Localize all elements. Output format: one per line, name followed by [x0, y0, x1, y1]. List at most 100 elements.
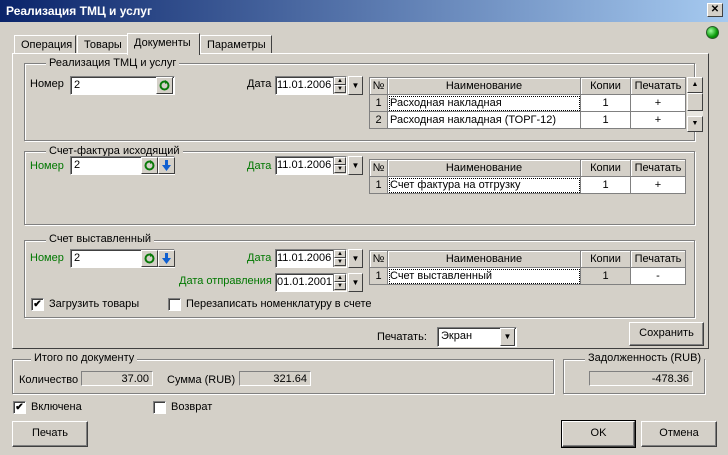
- included-label[interactable]: Включена: [31, 401, 82, 413]
- sales-date-label: Дата: [247, 78, 272, 90]
- grid-header-number[interactable]: №: [369, 250, 388, 268]
- bill-date-spinner[interactable]: ▲ ▼: [333, 250, 346, 267]
- grid-header-name[interactable]: Наименование: [387, 250, 581, 268]
- ok-button[interactable]: OK: [561, 420, 636, 448]
- sales-number-label: Номер: [30, 78, 64, 90]
- table-row[interactable]: 1 Счет фактура на отгрузку 1 +: [369, 176, 686, 194]
- close-icon: ✕: [710, 4, 720, 15]
- bill-number-link-button[interactable]: [158, 250, 175, 267]
- spin-up-icon[interactable]: ▲: [334, 250, 346, 258]
- sales-date-spinner[interactable]: ▲ ▼: [333, 77, 346, 94]
- tab-operation[interactable]: Операция: [14, 35, 76, 54]
- row-name[interactable]: Расходная накладная: [387, 94, 581, 112]
- spin-up-icon[interactable]: ▲: [334, 157, 346, 165]
- table-row[interactable]: 1 Расходная накладная 1 +: [369, 94, 686, 112]
- tab-goods[interactable]: Товары: [77, 35, 128, 54]
- table-row[interactable]: 1 Счет выставленный 1 -: [369, 267, 686, 285]
- row-name[interactable]: Счет фактура на отгрузку: [387, 176, 581, 194]
- spin-up-icon[interactable]: ▲: [334, 77, 346, 85]
- tab-label: Операция: [21, 39, 73, 51]
- invoice-docs-grid[interactable]: № Наименование Копии Печатать 1 Счет фак…: [369, 159, 686, 194]
- invoice-date-label: Дата: [247, 160, 272, 172]
- grid-header-print[interactable]: Печатать: [630, 77, 686, 95]
- sales-grid-scrollbar[interactable]: ▲ ▼: [687, 77, 703, 132]
- rewrite-nomenclature-label[interactable]: Перезаписать номенклатуру в счете: [186, 298, 372, 310]
- row-copies[interactable]: 1: [580, 94, 631, 112]
- row-copies[interactable]: 1: [580, 267, 631, 285]
- cancel-button[interactable]: Отмена: [641, 421, 717, 447]
- included-checkbox[interactable]: ✔: [13, 401, 26, 414]
- row-name[interactable]: Расходная накладная (ТОРГ-12): [387, 111, 581, 129]
- tab-documents[interactable]: Документы: [127, 33, 200, 55]
- row-number: 2: [369, 111, 388, 129]
- row-print[interactable]: +: [630, 94, 686, 112]
- bill-send-date-dropdown-button[interactable]: ▼: [348, 273, 363, 292]
- bill-docs-grid[interactable]: № Наименование Копии Печатать 1 Счет выс…: [369, 250, 686, 285]
- documents-tab-panel: Реализация ТМЦ и услуг Номер 2 Дата 11.0…: [12, 53, 709, 349]
- load-goods-checkbox[interactable]: ✔: [31, 298, 44, 311]
- grid-header-copies[interactable]: Копии: [580, 77, 631, 95]
- print-target-dropdown-button[interactable]: ▼: [500, 328, 515, 346]
- invoice-date-dropdown-button[interactable]: ▼: [348, 156, 363, 175]
- row-number: 1: [369, 176, 388, 194]
- row-print[interactable]: +: [630, 111, 686, 129]
- row-copies[interactable]: 1: [580, 176, 631, 194]
- sales-date-dropdown-button[interactable]: ▼: [348, 76, 363, 95]
- tab-label: Параметры: [207, 39, 266, 51]
- bill-number-refresh-button[interactable]: [141, 250, 158, 267]
- sum-value: 321.64: [239, 371, 311, 386]
- spin-down-icon[interactable]: ▼: [334, 258, 346, 266]
- bill-send-date-label: Дата отправления: [179, 275, 272, 287]
- grid-header-name[interactable]: Наименование: [387, 77, 581, 95]
- invoice-number-link-button[interactable]: [158, 157, 175, 174]
- table-row[interactable]: 2 Расходная накладная (ТОРГ-12) 1 +: [369, 111, 686, 129]
- scroll-down-icon[interactable]: ▼: [687, 116, 703, 132]
- tab-label: Товары: [84, 39, 122, 51]
- row-print[interactable]: +: [630, 176, 686, 194]
- row-number: 1: [369, 267, 388, 285]
- close-button[interactable]: ✕: [707, 3, 723, 17]
- row-name[interactable]: Счет выставленный: [387, 267, 581, 285]
- load-goods-label[interactable]: Загрузить товары: [49, 298, 139, 310]
- invoice-date-spinner[interactable]: ▲ ▼: [333, 157, 346, 174]
- refresh-icon: [144, 160, 155, 171]
- grid-header-copies[interactable]: Копии: [580, 159, 631, 177]
- sales-number-refresh-button[interactable]: [156, 77, 173, 94]
- grid-header-name[interactable]: Наименование: [387, 159, 581, 177]
- refresh-icon: [159, 80, 170, 91]
- row-copies[interactable]: 1: [580, 111, 631, 129]
- dropdown-arrow-icon: ▼: [351, 161, 360, 170]
- grid-header-number[interactable]: №: [369, 159, 388, 177]
- dropdown-arrow-icon: ▼: [351, 81, 360, 90]
- print-button[interactable]: Печать: [12, 421, 88, 447]
- grid-header-number[interactable]: №: [369, 77, 388, 95]
- debt-value: -478.36: [589, 371, 693, 386]
- save-button[interactable]: Сохранить: [629, 322, 704, 346]
- sales-docs-grid[interactable]: № Наименование Копии Печатать 1 Расходна…: [369, 77, 686, 129]
- scroll-thumb[interactable]: [687, 93, 703, 111]
- bill-send-date-spinner[interactable]: ▲ ▼: [333, 274, 346, 291]
- refund-label[interactable]: Возврат: [171, 401, 212, 413]
- spin-up-icon[interactable]: ▲: [334, 274, 346, 282]
- check-icon: ✔: [15, 402, 24, 413]
- bill-number-label: Номер: [30, 252, 64, 264]
- grid-header-row: № Наименование Копии Печатать: [369, 159, 686, 177]
- invoice-number-refresh-button[interactable]: [141, 157, 158, 174]
- row-print[interactable]: -: [630, 267, 686, 285]
- grid-header-print[interactable]: Печатать: [630, 250, 686, 268]
- scroll-up-icon[interactable]: ▲: [687, 77, 703, 93]
- bill-date-dropdown-button[interactable]: ▼: [348, 249, 363, 268]
- print-target-label: Печатать:: [377, 331, 427, 343]
- rewrite-nomenclature-checkbox[interactable]: [168, 298, 181, 311]
- refund-checkbox[interactable]: [153, 401, 166, 414]
- grid-header-copies[interactable]: Копии: [580, 250, 631, 268]
- title-bar[interactable]: Реализация ТМЦ и услуг: [0, 0, 728, 22]
- grid-header-print[interactable]: Печатать: [630, 159, 686, 177]
- spin-down-icon[interactable]: ▼: [334, 165, 346, 173]
- tab-parameters[interactable]: Параметры: [200, 35, 272, 54]
- spin-down-icon[interactable]: ▼: [334, 282, 346, 290]
- arrow-down-icon: [162, 160, 171, 171]
- debt-group-title: Задолженность (RUB): [585, 352, 705, 364]
- spin-down-icon[interactable]: ▼: [334, 85, 346, 93]
- invoice-number-label: Номер: [30, 160, 64, 172]
